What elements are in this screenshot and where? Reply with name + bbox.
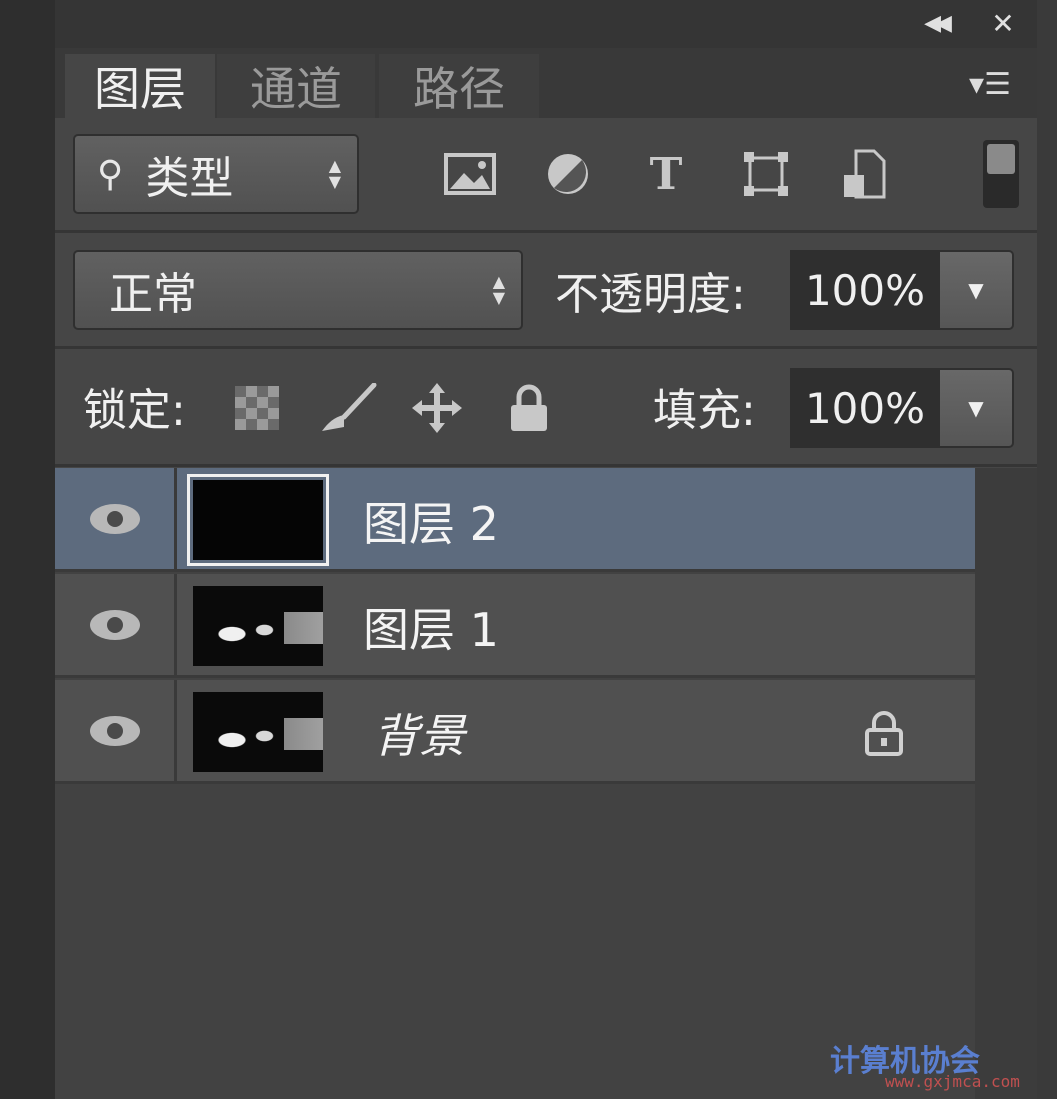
opacity-dropdown-button[interactable]: ▼ (938, 250, 1014, 330)
visibility-toggle[interactable] (55, 680, 177, 781)
lock-image-pixels-icon[interactable] (319, 378, 379, 438)
blend-row: 正常 ▲ ▼ 不透明度: 100% ▼ (55, 232, 1037, 346)
filter-kind-select[interactable]: ⚲ 类型 ▲ ▼ (73, 134, 359, 214)
visibility-toggle[interactable] (55, 574, 177, 675)
search-icon: ⚲ (97, 153, 124, 195)
filter-toggle-knob (987, 144, 1015, 174)
lock-transparent-pixels-icon[interactable] (227, 378, 287, 438)
layer-row-background[interactable]: 背景 (55, 680, 975, 784)
filter-row: ⚲ 类型 ▲ ▼ T (55, 118, 1037, 230)
updown-arrows-icon: ▲ ▼ (492, 272, 505, 307)
layer-row-layer-2[interactable]: 图层 2 (55, 468, 975, 572)
pixel-layer-filter-icon[interactable] (439, 144, 501, 204)
right-edge (1037, 0, 1057, 1099)
lock-icon[interactable] (861, 708, 907, 758)
layer-name[interactable]: 背景 (373, 700, 465, 766)
lock-position-move-icon[interactable] (407, 378, 467, 438)
layer-thumbnail[interactable] (193, 586, 323, 666)
fill-dropdown-button[interactable]: ▼ (938, 368, 1014, 448)
panel-titlebar: ◀◀ ✕ (55, 0, 1037, 48)
collapse-icon[interactable]: ◀◀ (915, 4, 955, 42)
filter-kind-label: 类型 (145, 153, 234, 204)
smart-object-filter-icon[interactable] (833, 144, 895, 204)
layer-row-layer-1[interactable]: 图层 1 (55, 574, 975, 678)
opacity-input[interactable]: 100% (790, 250, 940, 330)
filter-toggle-switch[interactable] (983, 140, 1019, 208)
lock-row: 锁定: 填充: 100% ▼ (55, 348, 1037, 464)
visibility-toggle[interactable] (55, 468, 177, 569)
tab-layers[interactable]: 图层 (65, 54, 215, 118)
blend-mode-label: 正常 (109, 269, 197, 320)
chevron-down-icon: ▼ (968, 396, 984, 420)
lock-all-icon[interactable] (499, 378, 559, 438)
layers-panel: ◀◀ ✕ 图层 通道 路径 ▾☰ ⚲ 类型 ▲ ▼ T 正常 ▲ ▼ 不透明度:… (55, 0, 1037, 1099)
layers-list: 图层 2 图层 1 背景 (55, 468, 975, 1099)
tab-channels[interactable]: 通道 (217, 54, 375, 118)
chevron-down-icon: ▼ (968, 278, 984, 302)
watermark-url: www.gxjmca.com (885, 1072, 1020, 1091)
fill-label: 填充: (653, 385, 756, 436)
tab-paths[interactable]: 路径 (379, 54, 539, 118)
layers-scrollbar[interactable] (975, 468, 1037, 1099)
layer-thumbnail[interactable] (193, 692, 323, 772)
shape-layer-filter-icon[interactable] (735, 144, 797, 204)
updown-arrows-icon: ▲ ▼ (328, 156, 341, 191)
fill-input[interactable]: 100% (790, 368, 940, 448)
blend-mode-select[interactable]: 正常 ▲ ▼ (73, 250, 523, 330)
eye-icon (89, 715, 140, 746)
lock-label: 锁定: (83, 385, 186, 436)
panel-tabs: 图层 通道 路径 ▾☰ (55, 48, 1037, 118)
type-layer-filter-icon[interactable]: T (635, 144, 697, 204)
adjustment-layer-filter-icon[interactable] (537, 144, 599, 204)
close-icon[interactable]: ✕ (983, 4, 1023, 42)
layer-name[interactable]: 图层 2 (363, 488, 499, 554)
opacity-label: 不透明度: (555, 269, 746, 320)
left-gutter (0, 0, 55, 1099)
eye-icon (89, 609, 140, 640)
divider (55, 464, 1037, 467)
layer-thumbnail[interactable] (187, 474, 329, 566)
panel-menu-icon[interactable]: ▾☰ (955, 62, 1025, 106)
layer-name[interactable]: 图层 1 (363, 594, 499, 660)
eye-icon (89, 503, 140, 534)
